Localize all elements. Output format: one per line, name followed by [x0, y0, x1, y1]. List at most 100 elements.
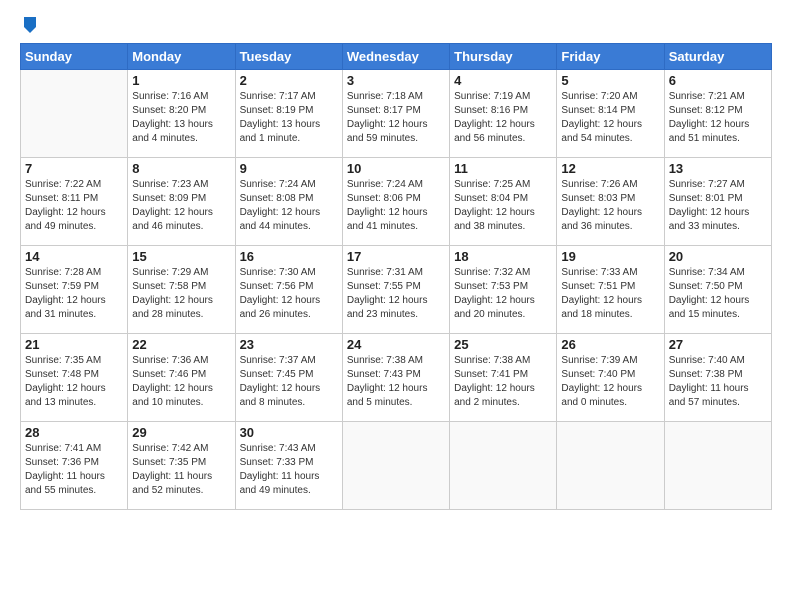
day-info: Sunrise: 7:34 AMSunset: 7:50 PMDaylight:… [669, 266, 767, 322]
calendar-cell: 18 Sunrise: 7:32 AMSunset: 7:53 PMDayligh… [450, 246, 557, 334]
day-number: 13 [669, 161, 767, 176]
calendar-cell [664, 422, 771, 510]
day-number: 11 [454, 161, 552, 176]
day-number: 20 [669, 249, 767, 264]
calendar-week-1: 1 Sunrise: 7:16 AMSunset: 8:20 PMDaylight… [21, 70, 772, 158]
day-number: 7 [25, 161, 123, 176]
day-number: 8 [132, 161, 230, 176]
calendar-cell: 4 Sunrise: 7:19 AMSunset: 8:16 PMDaylight… [450, 70, 557, 158]
calendar-cell: 28 Sunrise: 7:41 AMSunset: 7:36 PMDayligh… [21, 422, 128, 510]
calendar-cell: 25 Sunrise: 7:38 AMSunset: 7:41 PMDayligh… [450, 334, 557, 422]
day-info: Sunrise: 7:26 AMSunset: 8:03 PMDaylight:… [561, 178, 659, 234]
calendar-cell: 15 Sunrise: 7:29 AMSunset: 7:58 PMDayligh… [128, 246, 235, 334]
calendar-header-monday: Monday [128, 44, 235, 70]
day-info: Sunrise: 7:22 AMSunset: 8:11 PMDaylight:… [25, 178, 123, 234]
calendar-cell: 20 Sunrise: 7:34 AMSunset: 7:50 PMDayligh… [664, 246, 771, 334]
day-info: Sunrise: 7:42 AMSunset: 7:35 PMDaylight:… [132, 442, 230, 498]
day-info: Sunrise: 7:29 AMSunset: 7:58 PMDaylight:… [132, 266, 230, 322]
calendar-cell: 7 Sunrise: 7:22 AMSunset: 8:11 PMDaylight… [21, 158, 128, 246]
day-number: 23 [240, 337, 338, 352]
calendar-cell: 23Sunrise: 7:37 AMSunset: 7:45 PMDayligh… [235, 334, 342, 422]
day-number: 5 [561, 73, 659, 88]
calendar-cell [557, 422, 664, 510]
day-number: 12 [561, 161, 659, 176]
day-info: Sunrise: 7:30 AMSunset: 7:56 PMDaylight:… [240, 266, 338, 322]
calendar-cell: 30Sunrise: 7:43 AMSunset: 7:33 PMDayligh… [235, 422, 342, 510]
day-info: Sunrise: 7:16 AMSunset: 8:20 PMDaylight:… [132, 90, 230, 146]
calendar-cell: 12 Sunrise: 7:26 AMSunset: 8:03 PMDayligh… [557, 158, 664, 246]
calendar-cell: 8 Sunrise: 7:23 AMSunset: 8:09 PMDaylight… [128, 158, 235, 246]
day-info: Sunrise: 7:21 AMSunset: 8:12 PMDaylight:… [669, 90, 767, 146]
day-number: 28 [25, 425, 123, 440]
day-number: 18 [454, 249, 552, 264]
day-info: Sunrise: 7:19 AMSunset: 8:16 PMDaylight:… [454, 90, 552, 146]
day-info: Sunrise: 7:38 AMSunset: 7:41 PMDaylight:… [454, 354, 552, 410]
day-info: Sunrise: 7:17 AMSunset: 8:19 PMDaylight:… [240, 90, 338, 146]
day-number: 27 [669, 337, 767, 352]
calendar-cell: 13Sunrise: 7:27 AMSunset: 8:01 PMDayligh… [664, 158, 771, 246]
calendar-cell: 29 Sunrise: 7:42 AMSunset: 7:35 PMDayligh… [128, 422, 235, 510]
calendar-cell: 16 Sunrise: 7:30 AMSunset: 7:56 PMDayligh… [235, 246, 342, 334]
header [20, 15, 772, 35]
calendar-cell [21, 70, 128, 158]
day-info: Sunrise: 7:43 AMSunset: 7:33 PMDaylight:… [240, 442, 338, 498]
day-number: 16 [240, 249, 338, 264]
day-number: 24 [347, 337, 445, 352]
day-info: Sunrise: 7:20 AMSunset: 8:14 PMDaylight:… [561, 90, 659, 146]
calendar-cell [342, 422, 449, 510]
day-number: 19 [561, 249, 659, 264]
day-number: 10 [347, 161, 445, 176]
calendar-cell: 21 Sunrise: 7:35 AMSunset: 7:48 PMDayligh… [21, 334, 128, 422]
day-number: 17 [347, 249, 445, 264]
day-number: 29 [132, 425, 230, 440]
day-info: Sunrise: 7:18 AMSunset: 8:17 PMDaylight:… [347, 90, 445, 146]
calendar-cell: 24 Sunrise: 7:38 AMSunset: 7:43 PMDayligh… [342, 334, 449, 422]
calendar-header-sunday: Sunday [21, 44, 128, 70]
day-info: Sunrise: 7:36 AMSunset: 7:46 PMDaylight:… [132, 354, 230, 410]
calendar-cell: 27 Sunrise: 7:40 AMSunset: 7:38 PMDayligh… [664, 334, 771, 422]
day-info: Sunrise: 7:41 AMSunset: 7:36 PMDaylight:… [25, 442, 123, 498]
day-number: 1 [132, 73, 230, 88]
calendar-header-thursday: Thursday [450, 44, 557, 70]
calendar-cell: 22 Sunrise: 7:36 AMSunset: 7:46 PMDayligh… [128, 334, 235, 422]
calendar-header-wednesday: Wednesday [342, 44, 449, 70]
calendar-cell: 3 Sunrise: 7:18 AMSunset: 8:17 PMDaylight… [342, 70, 449, 158]
day-info: Sunrise: 7:35 AMSunset: 7:48 PMDaylight:… [25, 354, 123, 410]
calendar-header-tuesday: Tuesday [235, 44, 342, 70]
day-number: 4 [454, 73, 552, 88]
page: SundayMondayTuesdayWednesdayThursdayFrid… [0, 0, 792, 612]
calendar-cell: 11Sunrise: 7:25 AMSunset: 8:04 PMDayligh… [450, 158, 557, 246]
calendar-week-4: 21 Sunrise: 7:35 AMSunset: 7:48 PMDayligh… [21, 334, 772, 422]
calendar-cell: 2 Sunrise: 7:17 AMSunset: 8:19 PMDaylight… [235, 70, 342, 158]
calendar-header-friday: Friday [557, 44, 664, 70]
day-number: 14 [25, 249, 123, 264]
calendar-cell: 9Sunrise: 7:24 AMSunset: 8:08 PMDaylight… [235, 158, 342, 246]
day-info: Sunrise: 7:38 AMSunset: 7:43 PMDaylight:… [347, 354, 445, 410]
day-number: 22 [132, 337, 230, 352]
calendar-cell: 26Sunrise: 7:39 AMSunset: 7:40 PMDayligh… [557, 334, 664, 422]
calendar-cell: 6Sunrise: 7:21 AMSunset: 8:12 PMDaylight… [664, 70, 771, 158]
day-number: 15 [132, 249, 230, 264]
calendar-header-saturday: Saturday [664, 44, 771, 70]
calendar-table: SundayMondayTuesdayWednesdayThursdayFrid… [20, 43, 772, 510]
calendar-week-5: 28 Sunrise: 7:41 AMSunset: 7:36 PMDayligh… [21, 422, 772, 510]
day-info: Sunrise: 7:40 AMSunset: 7:38 PMDaylight:… [669, 354, 767, 410]
day-info: Sunrise: 7:24 AMSunset: 8:08 PMDaylight:… [240, 178, 338, 234]
day-info: Sunrise: 7:24 AMSunset: 8:06 PMDaylight:… [347, 178, 445, 234]
calendar-cell: 10 Sunrise: 7:24 AMSunset: 8:06 PMDayligh… [342, 158, 449, 246]
calendar-week-2: 7 Sunrise: 7:22 AMSunset: 8:11 PMDaylight… [21, 158, 772, 246]
calendar-header-row: SundayMondayTuesdayWednesdayThursdayFrid… [21, 44, 772, 70]
day-info: Sunrise: 7:33 AMSunset: 7:51 PMDaylight:… [561, 266, 659, 322]
day-number: 3 [347, 73, 445, 88]
day-info: Sunrise: 7:28 AMSunset: 7:59 PMDaylight:… [25, 266, 123, 322]
day-info: Sunrise: 7:23 AMSunset: 8:09 PMDaylight:… [132, 178, 230, 234]
day-info: Sunrise: 7:32 AMSunset: 7:53 PMDaylight:… [454, 266, 552, 322]
calendar-week-3: 14 Sunrise: 7:28 AMSunset: 7:59 PMDayligh… [21, 246, 772, 334]
calendar-cell: 1 Sunrise: 7:16 AMSunset: 8:20 PMDaylight… [128, 70, 235, 158]
calendar-cell: 17Sunrise: 7:31 AMSunset: 7:55 PMDayligh… [342, 246, 449, 334]
day-number: 2 [240, 73, 338, 88]
day-number: 25 [454, 337, 552, 352]
calendar-cell: 19 Sunrise: 7:33 AMSunset: 7:51 PMDayligh… [557, 246, 664, 334]
day-number: 21 [25, 337, 123, 352]
calendar-cell [450, 422, 557, 510]
